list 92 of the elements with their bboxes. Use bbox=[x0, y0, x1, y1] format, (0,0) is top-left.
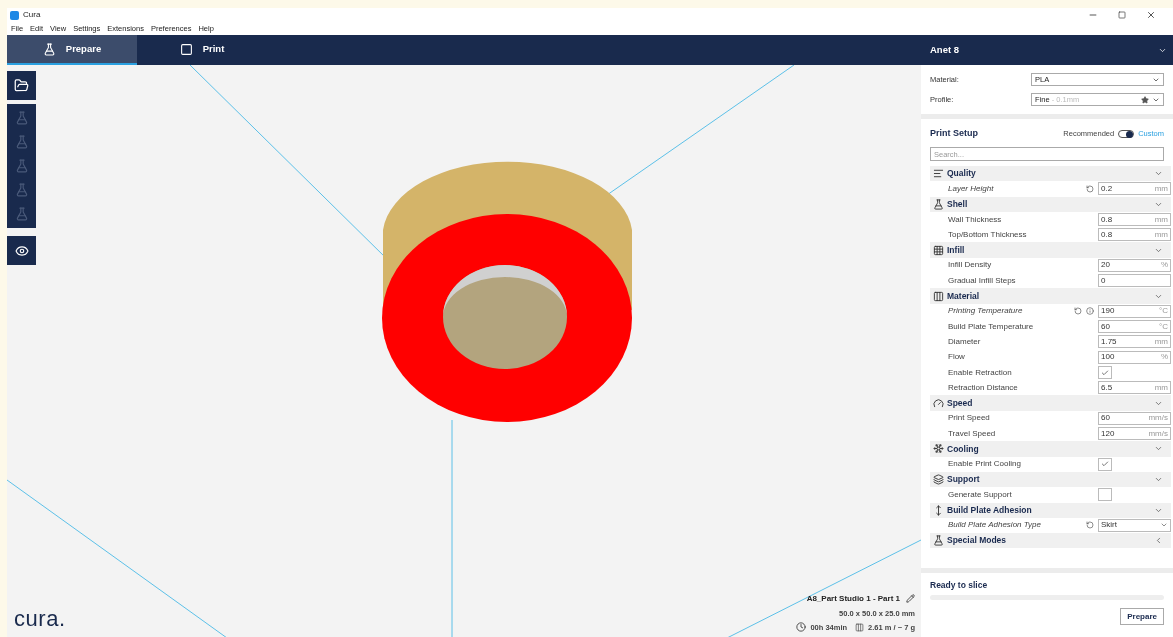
star-icon bbox=[1141, 95, 1149, 104]
section-title: Support bbox=[947, 473, 981, 486]
flask-icon bbox=[14, 159, 29, 173]
section-header[interactable]: Infill bbox=[930, 242, 1171, 258]
setting-label: Layer Height bbox=[948, 182, 995, 195]
section-header[interactable]: Special Modes bbox=[930, 533, 1171, 549]
flask-icon bbox=[933, 535, 944, 547]
check-icon bbox=[1101, 460, 1109, 469]
checkbox[interactable] bbox=[1098, 457, 1112, 471]
pencil-icon[interactable] bbox=[906, 594, 915, 603]
setting-label: Wall Thickness bbox=[948, 213, 1003, 226]
object-name: A8_Part Studio 1 - Part 1 bbox=[806, 592, 900, 605]
section-header[interactable]: Speed bbox=[930, 395, 1171, 411]
setting-input[interactable]: 0.8 mm bbox=[1098, 213, 1171, 227]
section-title: Infill bbox=[947, 243, 966, 257]
flask-icon bbox=[42, 42, 56, 56]
section-title: Shell bbox=[947, 197, 969, 211]
setting-input[interactable]: 0.2 mm bbox=[1098, 182, 1171, 196]
slice-status: Ready to slice bbox=[930, 579, 989, 593]
flask-icon bbox=[14, 183, 29, 197]
print-setup-title: Print Setup bbox=[930, 127, 979, 141]
setting-input[interactable]: 60 mm/s bbox=[1098, 411, 1171, 425]
flask-icon bbox=[14, 135, 29, 149]
section-header[interactable]: Build Plate Adhesion bbox=[930, 502, 1171, 518]
setting-input[interactable]: 0 bbox=[1098, 274, 1171, 288]
checkbox[interactable] bbox=[1098, 488, 1112, 502]
snowflake-icon bbox=[933, 443, 944, 455]
section-title: Speed bbox=[947, 396, 974, 410]
setting-input[interactable]: 190 °C bbox=[1098, 304, 1171, 318]
printer-selector[interactable]: Anet 8 bbox=[921, 35, 1173, 65]
setting-input[interactable]: 60 °C bbox=[1098, 320, 1171, 334]
setting-input[interactable]: 120 mm/s bbox=[1098, 427, 1171, 441]
setting-label: Infill Density bbox=[948, 259, 993, 272]
reset-icon[interactable] bbox=[1086, 521, 1094, 530]
setting-label: Generate Support bbox=[948, 488, 1013, 501]
grid-icon bbox=[933, 244, 944, 256]
info-icon[interactable] bbox=[1086, 307, 1094, 316]
setting-input[interactable]: 100 % bbox=[1098, 350, 1171, 364]
window-title: Cura bbox=[23, 9, 42, 21]
check-icon bbox=[1101, 368, 1109, 377]
section-header[interactable]: Material bbox=[930, 288, 1171, 304]
layers-icon bbox=[933, 474, 944, 486]
setting-dropdown[interactable]: Skirt bbox=[1098, 518, 1171, 532]
setting-label: Enable Retraction bbox=[948, 366, 1013, 379]
flask-icon bbox=[14, 111, 29, 125]
reset-icon[interactable] bbox=[1086, 184, 1094, 193]
setting-label: Diameter bbox=[948, 335, 982, 348]
section-title: Quality bbox=[947, 167, 977, 180]
section-header[interactable]: Support bbox=[930, 471, 1171, 488]
reset-icon[interactable] bbox=[1074, 307, 1082, 316]
setting-input[interactable]: 1.75 mm bbox=[1098, 335, 1171, 349]
gauge-icon bbox=[933, 397, 944, 409]
setting-input[interactable]: 0.8 mm bbox=[1098, 228, 1171, 242]
cylinder-model-drawing[interactable] bbox=[382, 161, 632, 422]
section-header[interactable]: Cooling bbox=[930, 441, 1171, 457]
section-title: Cooling bbox=[947, 442, 980, 456]
open-file-button[interactable] bbox=[7, 71, 36, 100]
folder-icon bbox=[14, 78, 29, 93]
section-header[interactable]: Shell bbox=[930, 196, 1171, 212]
app-icon bbox=[10, 10, 19, 20]
section-title: Build Plate Adhesion bbox=[947, 503, 1033, 517]
checkbox[interactable] bbox=[1098, 366, 1112, 379]
section-title: Special Modes bbox=[947, 534, 1008, 548]
setting-input[interactable]: 6.5 mm bbox=[1098, 381, 1171, 395]
cura-logo: cura. bbox=[14, 605, 66, 633]
stage-tab[interactable]: Print bbox=[137, 35, 267, 65]
close-icon[interactable] bbox=[1146, 10, 1156, 20]
section-header[interactable]: Quality bbox=[930, 166, 1171, 182]
chevron-left-icon bbox=[1154, 536, 1163, 546]
maximize-icon[interactable] bbox=[1118, 11, 1126, 19]
columns-icon bbox=[933, 290, 944, 302]
lines-icon bbox=[933, 168, 944, 180]
setting-label: Enable Print Cooling bbox=[948, 458, 1022, 471]
setting-label: Print Speed bbox=[948, 412, 991, 425]
setting-label: Build Plate Temperature bbox=[948, 320, 1035, 333]
setting-label: Travel Speed bbox=[948, 427, 997, 440]
clock-icon bbox=[796, 622, 807, 633]
stage-tab[interactable]: Prepare bbox=[7, 35, 137, 65]
setting-label: Top/Bottom Thickness bbox=[948, 228, 1028, 241]
view-mode-button[interactable] bbox=[7, 236, 36, 265]
setting-input[interactable]: 20 % bbox=[1098, 258, 1171, 272]
prepare-button[interactable]: Prepare bbox=[1120, 608, 1164, 626]
eye-icon bbox=[14, 243, 29, 258]
arrows-icon bbox=[933, 504, 944, 516]
setting-label: Flow bbox=[948, 351, 966, 364]
setting-label: Build Plate Adhesion Type bbox=[948, 519, 1042, 532]
section-title: Material bbox=[947, 289, 981, 303]
setting-label: Retraction Distance bbox=[948, 381, 1019, 394]
setting-label: Gradual Infill Steps bbox=[948, 274, 1017, 287]
flask-icon bbox=[933, 198, 944, 210]
setting-label: Printing Temperature bbox=[948, 305, 1024, 318]
flask-icon bbox=[14, 207, 29, 221]
